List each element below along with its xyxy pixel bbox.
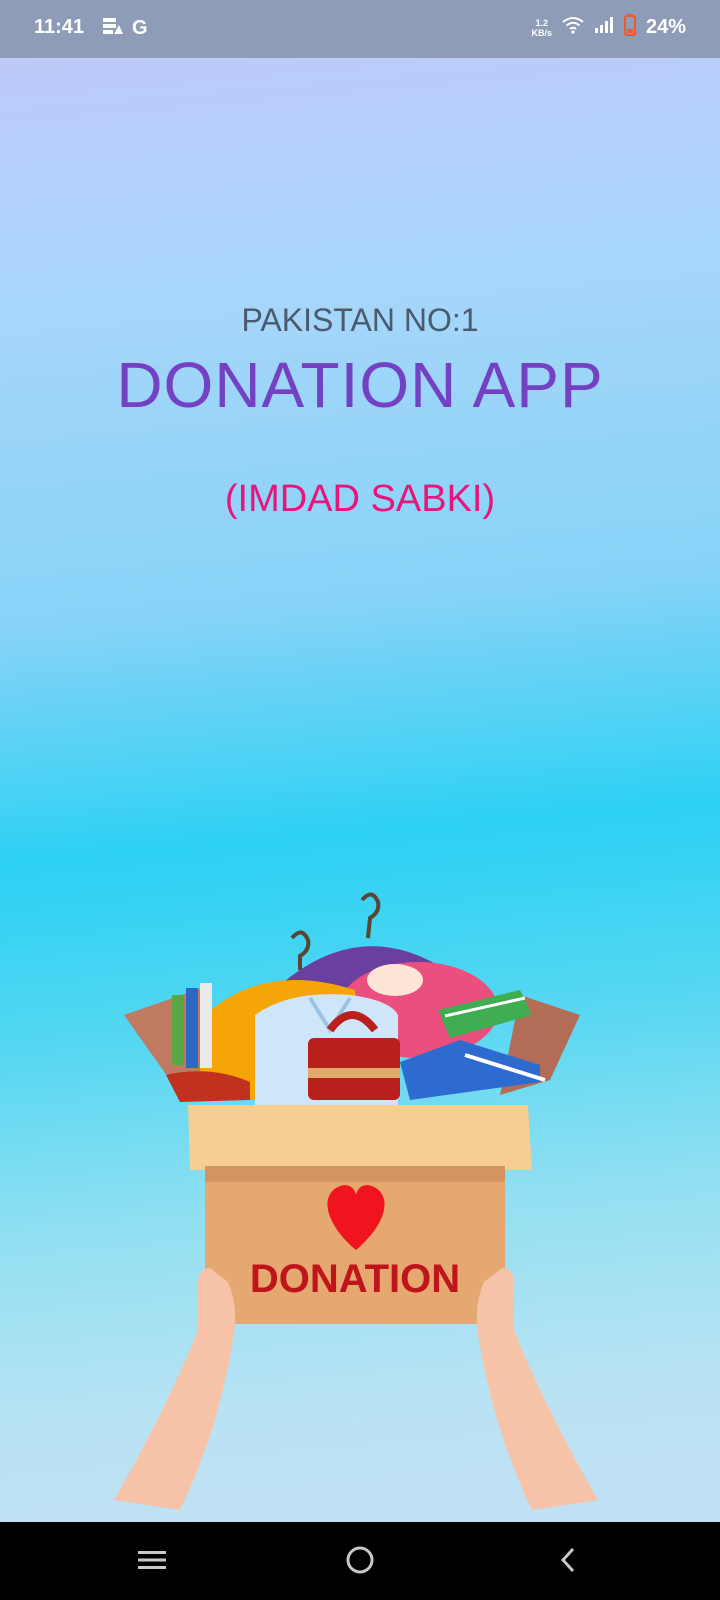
battery-percentage: 24%	[645, 16, 686, 38]
app-tagline: (IMDAD SABKI)	[224, 478, 496, 520]
app-title: DONATION APP	[116, 349, 604, 421]
status-right-icons: 1.2 KB/s 24%	[531, 14, 686, 41]
data-saver-icon	[102, 16, 124, 41]
home-icon[interactable]	[330, 1538, 390, 1582]
box-label: DONATION	[250, 1257, 460, 1301]
menu-icon[interactable]	[122, 1538, 182, 1582]
network-speed-unit: KB/s	[531, 27, 552, 38]
wifi-icon	[562, 16, 584, 39]
app-subtitle: PAKISTAN NO:1	[241, 302, 479, 338]
battery-icon	[623, 14, 636, 41]
network-speed-value: 1.2	[535, 17, 548, 28]
google-icon: G	[132, 17, 148, 39]
network-speed: 1.2 KB/s	[531, 18, 552, 38]
status-time: 11:41	[34, 16, 85, 38]
status-bar: 11:41 G 1.2 KB/s 24%	[0, 0, 720, 58]
donation-box-illustration: DONATION	[114, 892, 598, 1510]
status-left-icons: G	[102, 16, 148, 41]
splash-screen: 11:41 G 1.2 KB/s 24% PAKISTAN NO:1 DONAT…	[0, 0, 720, 1600]
signal-icon	[594, 16, 614, 39]
navigation-bar	[0, 1522, 720, 1600]
back-icon[interactable]	[538, 1538, 598, 1582]
